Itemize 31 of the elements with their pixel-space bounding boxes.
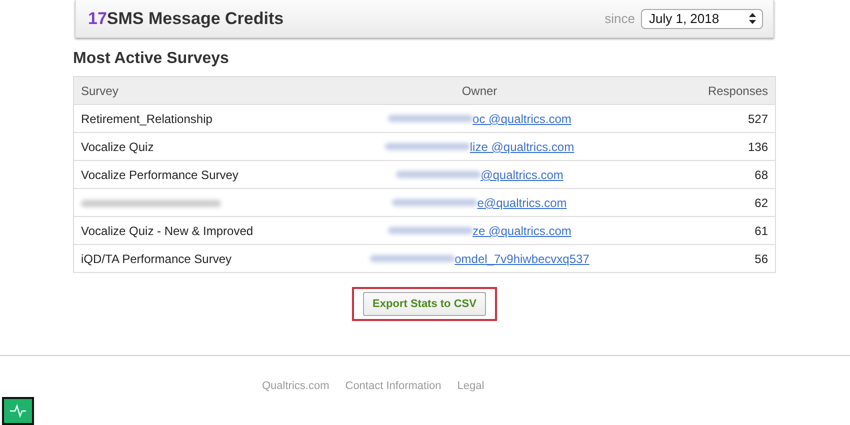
credits-title: SMS Message Credits [106,8,284,28]
table-cell: Retirement_Relationship [81,112,212,126]
table-cell: Vocalize Performance Survey [81,168,238,182]
table-cell: 68 [754,168,768,182]
owner-link[interactable]: omdel_7v9hiwbecvxq537 [454,252,590,266]
table-cell: Vocalize Quiz - New & Improved [81,224,254,238]
owner-link[interactable]: lize @qualtrics.com [470,140,574,154]
pulse-icon[interactable] [2,397,34,425]
credit-count: 17 [88,8,107,28]
owner-link[interactable]: e@qualtrics.com [477,196,567,210]
table-cell: 56 [754,252,768,266]
column-header: Responses [641,76,776,104]
owner-link[interactable]: ze @qualtrics.com [472,224,572,238]
table-cell: 62 [754,196,768,210]
date-select[interactable]: July 1, 2018 [641,8,763,28]
table-cell: 527 [748,112,768,126]
column-header: Owner [318,76,641,104]
column-header: Survey [74,76,318,104]
export-button[interactable]: Export Stats to CSV [362,292,486,316]
section-title: Most Active Surveys [73,50,230,68]
table-cell: 136 [748,140,768,154]
table-cell: iQD/TA Performance Survey [81,252,232,266]
updown-icon [749,13,756,24]
footer-link[interactable]: Qualtrics.com [262,380,330,392]
footer-link[interactable]: Contact Information [345,380,442,392]
since-label: since [604,11,635,26]
table-cell: 61 [754,224,768,238]
footer-link[interactable]: Legal [457,380,484,392]
owner-link[interactable]: oc @qualtrics.com [472,112,572,126]
owner-link[interactable]: @qualtrics.com [480,168,564,182]
table-cell: Vocalize Quiz [81,140,154,154]
